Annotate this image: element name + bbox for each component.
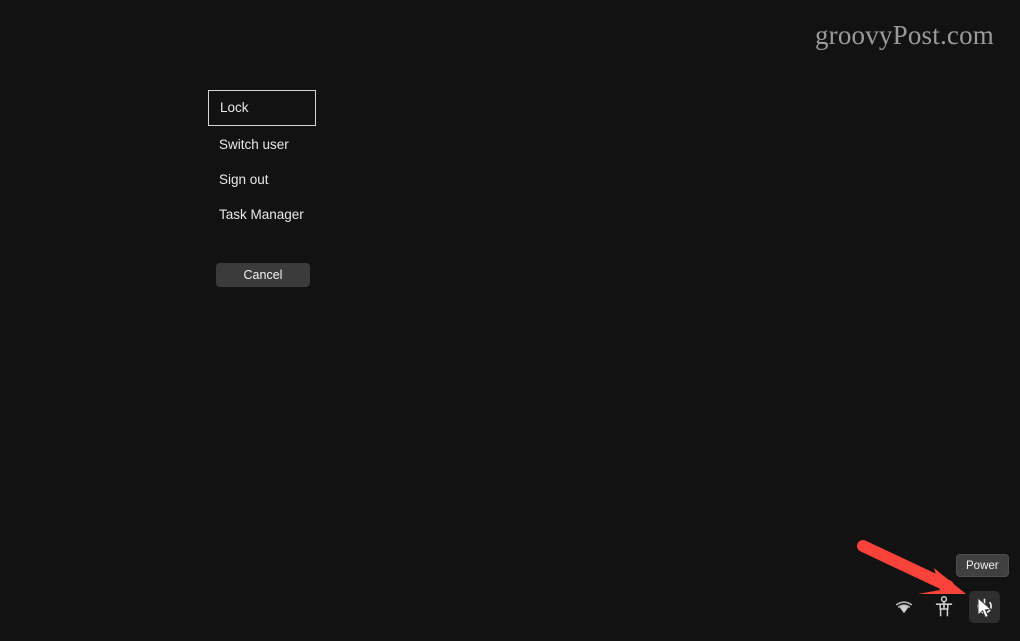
menu-item-lock-label: Lock	[220, 100, 249, 116]
power-button[interactable]	[969, 591, 1000, 623]
system-tray	[888, 590, 1000, 624]
wifi-icon	[894, 599, 914, 615]
accessibility-icon	[934, 596, 954, 618]
wifi-button[interactable]	[888, 591, 919, 623]
menu-item-switch-user-label: Switch user	[219, 137, 289, 152]
cancel-button-label: Cancel	[243, 268, 283, 282]
accessibility-button[interactable]	[928, 591, 959, 623]
power-tooltip: Power	[956, 554, 1009, 577]
menu-item-task-manager-label: Task Manager	[219, 207, 304, 222]
watermark: groovyPost.com	[814, 20, 994, 50]
menu-item-sign-out-label: Sign out	[219, 172, 269, 187]
security-options-screen: groovyPost.com Lock Switch user Sign out…	[0, 0, 1020, 641]
menu-item-sign-out[interactable]: Sign out	[219, 173, 269, 187]
power-icon	[975, 598, 994, 617]
menu-item-lock[interactable]: Lock	[208, 90, 316, 126]
menu-item-task-manager[interactable]: Task Manager	[219, 208, 304, 222]
menu-item-switch-user[interactable]: Switch user	[219, 138, 289, 152]
power-tooltip-label: Power	[966, 559, 999, 572]
cancel-button[interactable]: Cancel	[216, 263, 310, 287]
